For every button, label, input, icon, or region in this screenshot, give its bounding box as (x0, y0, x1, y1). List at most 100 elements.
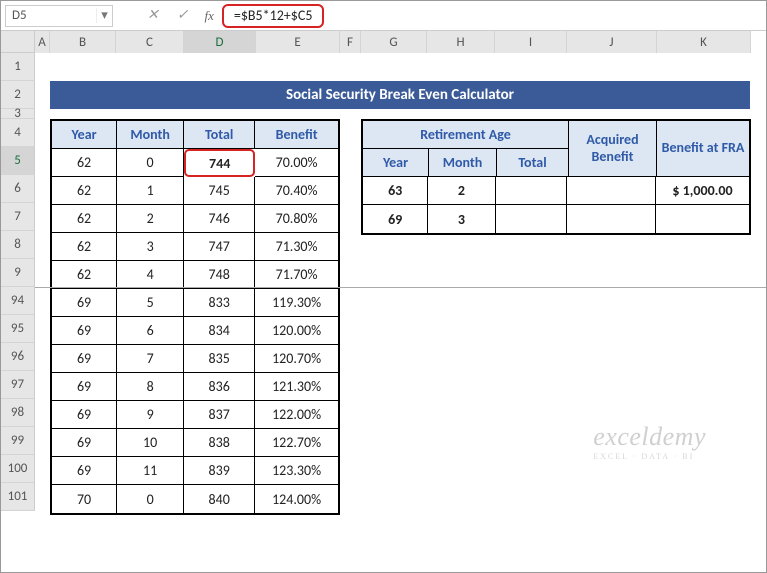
column-header-C[interactable]: C (116, 31, 184, 53)
cell-month[interactable]: 3 (117, 233, 184, 261)
row-header-96[interactable]: 96 (1, 343, 35, 371)
cancel-icon[interactable]: ✕ (147, 7, 159, 24)
cell-acq[interactable] (567, 205, 656, 233)
column-header-F[interactable]: F (340, 31, 361, 53)
cell-year[interactable]: 69 (52, 373, 117, 401)
cell-month[interactable]: 3 (428, 205, 495, 233)
col-header-total[interactable]: Total (184, 121, 255, 149)
cell-total[interactable]: 745 (184, 177, 255, 205)
col-header-fra[interactable]: Benefit at FRA (657, 121, 749, 177)
col-header-retirement-age[interactable]: Retirement Age (363, 121, 569, 149)
cell-fra[interactable] (656, 205, 749, 233)
cell-month[interactable]: 11 (117, 457, 184, 485)
col-header-month[interactable]: Month (117, 121, 184, 149)
col-header-benefit[interactable]: Benefit (255, 121, 338, 149)
row-header-99[interactable]: 99 (1, 427, 35, 455)
cell-benefit[interactable]: 122.70% (255, 429, 338, 457)
cell-year[interactable]: 69 (52, 317, 117, 345)
cell-month[interactable]: 2 (117, 205, 184, 233)
cell-month[interactable]: 4 (117, 261, 184, 289)
row-header-3[interactable]: 3 (1, 109, 35, 119)
cell-month[interactable]: 6 (117, 317, 184, 345)
cell-year[interactable]: 62 (52, 149, 117, 177)
cell-month[interactable]: 5 (117, 289, 184, 317)
cell-total[interactable]: 839 (184, 457, 255, 485)
row-header-101[interactable]: 101 (1, 483, 35, 511)
cell-year[interactable]: 62 (52, 261, 117, 289)
formula-bar-input[interactable]: =$B5*12+$C5 (222, 4, 325, 28)
worksheet-grid[interactable]: ABCDEFGHIJK 123456789949596979899100101 … (1, 31, 766, 511)
row-header-97[interactable]: 97 (1, 371, 35, 399)
row-header-9[interactable]: 9 (1, 259, 35, 287)
row-header-6[interactable]: 6 (1, 175, 35, 203)
cell-benefit[interactable]: 120.70% (255, 345, 338, 373)
cell-total[interactable]: 744 (184, 149, 255, 177)
cell-total[interactable]: 835 (184, 345, 255, 373)
cell-year[interactable]: 69 (52, 457, 117, 485)
cell-year[interactable]: 62 (52, 205, 117, 233)
cell-total[interactable]: 746 (184, 205, 255, 233)
cell-month[interactable]: 9 (117, 401, 184, 429)
cell-year[interactable]: 63 (363, 177, 428, 205)
cell-benefit[interactable]: 120.00% (255, 317, 338, 345)
row-header-5[interactable]: 5 (1, 147, 35, 175)
cell-year[interactable]: 69 (363, 205, 428, 233)
col-header-ret-total[interactable]: Total (497, 149, 569, 177)
cell-benefit[interactable]: 122.00% (255, 401, 338, 429)
cell-total[interactable] (496, 205, 567, 233)
row-header-4[interactable]: 4 (1, 119, 35, 147)
column-header-G[interactable]: G (361, 31, 427, 53)
row-header-7[interactable]: 7 (1, 203, 35, 231)
cell-year[interactable]: 69 (52, 401, 117, 429)
cell-total[interactable]: 748 (184, 261, 255, 289)
row-header-94[interactable]: 94 (1, 287, 35, 315)
cell-total[interactable]: 833 (184, 289, 255, 317)
chevron-down-icon[interactable]: ▾ (96, 8, 112, 23)
row-header-100[interactable]: 100 (1, 455, 35, 483)
cell-year[interactable]: 62 (52, 233, 117, 261)
cell-total[interactable]: 838 (184, 429, 255, 457)
cell-month[interactable]: 1 (117, 177, 184, 205)
cell-year[interactable]: 70 (52, 485, 117, 513)
name-box[interactable]: D5 ▾ (5, 5, 113, 27)
cell-year[interactable]: 69 (52, 345, 117, 373)
cell-total[interactable]: 747 (184, 233, 255, 261)
cell-benefit[interactable]: 70.00% (255, 149, 338, 177)
col-header-ret-year[interactable]: Year (363, 149, 429, 177)
cell-benefit[interactable]: 121.30% (255, 373, 338, 401)
row-header-8[interactable]: 8 (1, 231, 35, 259)
column-header-B[interactable]: B (50, 31, 116, 53)
cell-year[interactable]: 62 (52, 177, 117, 205)
cells-area[interactable]: Social Security Break Even Calculator Ye… (35, 53, 766, 511)
cell-total[interactable] (496, 177, 567, 205)
cell-month[interactable]: 7 (117, 345, 184, 373)
column-header-D[interactable]: D (184, 31, 256, 53)
cell-acq[interactable] (567, 177, 656, 205)
column-header-H[interactable]: H (427, 31, 495, 53)
column-header-A[interactable]: A (35, 31, 50, 53)
cell-benefit[interactable]: 124.00% (255, 485, 338, 513)
enter-icon[interactable]: ✓ (177, 7, 189, 24)
col-header-year[interactable]: Year (52, 121, 117, 149)
cell-benefit[interactable]: 70.80% (255, 205, 338, 233)
cell-month[interactable]: 0 (117, 485, 184, 513)
cell-total[interactable]: 840 (184, 485, 255, 513)
cell-total[interactable]: 837 (184, 401, 255, 429)
fx-icon[interactable]: fx (204, 8, 221, 24)
row-header-1[interactable]: 1 (1, 53, 35, 81)
cell-benefit[interactable]: 70.40% (255, 177, 338, 205)
column-header-K[interactable]: K (657, 31, 751, 53)
cell-year[interactable]: 69 (52, 429, 117, 457)
cell-total[interactable]: 836 (184, 373, 255, 401)
cell-benefit[interactable]: 71.30% (255, 233, 338, 261)
cell-month[interactable]: 0 (117, 149, 184, 177)
cell-month[interactable]: 10 (117, 429, 184, 457)
cell-benefit[interactable]: 119.30% (255, 289, 338, 317)
cell-benefit[interactable]: 123.30% (255, 457, 338, 485)
cell-year[interactable]: 69 (52, 289, 117, 317)
cell-total[interactable]: 834 (184, 317, 255, 345)
column-header-I[interactable]: I (495, 31, 567, 53)
cell-benefit[interactable]: 71.70% (255, 261, 338, 289)
col-header-ret-month[interactable]: Month (429, 149, 497, 177)
row-header-2[interactable]: 2 (1, 81, 35, 109)
